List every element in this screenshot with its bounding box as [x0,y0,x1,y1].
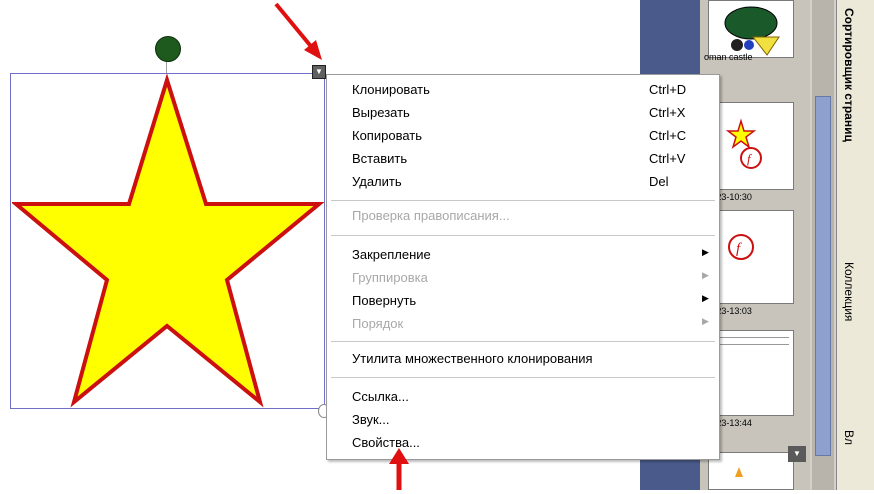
tab-attachments[interactable]: Вл [842,430,856,445]
menu-item-label: Проверка правописания... [352,208,510,223]
menu-item-order: Порядок ▶ [327,313,719,335]
menu-separator [331,377,715,378]
scrollbar-thumb[interactable] [815,96,831,456]
menu-item-paste[interactable]: Вставить Ctrl+V [327,148,719,170]
menu-item-label: Вырезать [352,105,410,120]
menu-item-shortcut: Ctrl+X [649,105,686,120]
menu-item-label: Удалить [352,174,402,189]
page-thumbnail[interactable] [708,0,794,58]
page-thumbnail[interactable]: f [708,210,794,304]
menu-item-shortcut: Ctrl+D [649,82,687,97]
page-preview-icon: f [725,118,762,169]
menu-item-label: Копировать [352,128,422,143]
tab-page-sorter[interactable]: Сортировщик страниц [842,8,856,142]
menu-item-label: Ссылка... [352,389,409,404]
menu-separator [331,341,715,342]
menu-item-shortcut: Del [649,174,669,189]
page-preview-icon [735,467,743,477]
menu-item-label: Порядок [352,316,404,331]
page-preview-icon: f [728,234,754,260]
context-menu: Клонировать Ctrl+D Вырезать Ctrl+X Копир… [326,74,720,460]
menu-item-label: Закрепление [352,247,431,262]
thumbnail-label: oman castle [704,52,753,62]
page-thumbnail[interactable] [708,452,794,490]
menu-item-rotate[interactable]: Повернуть ▶ [327,290,719,312]
arrow-top-icon [274,2,322,60]
rotate-handle-icon[interactable] [155,36,181,62]
menu-item-label: Клонировать [352,82,430,97]
menu-item-grouping: Группировка ▶ [327,267,719,289]
menu-item-shortcut: Ctrl+V [649,151,686,166]
menu-item-clone[interactable]: Клонировать Ctrl+D [327,79,719,101]
page-thumbnail[interactable]: f [708,102,794,190]
castle-icon [724,6,780,56]
menu-item-link[interactable]: Ссылка... [327,386,719,408]
menu-item-label: Вставить [352,151,408,166]
menu-item-label: Повернуть [352,293,417,308]
submenu-arrow-icon: ▶ [702,316,709,326]
menu-item-label: Звук... [352,412,390,427]
menu-separator [331,200,715,201]
arrow-bottom-icon [389,448,409,490]
menu-separator [331,235,715,236]
scroll-down-icon[interactable]: ▼ [788,446,806,462]
star-shape[interactable] [12,74,324,408]
menu-item-lock[interactable]: Закрепление ▶ [327,244,719,266]
menu-item-sound[interactable]: Звук... [327,409,719,431]
menu-item-cut[interactable]: Вырезать Ctrl+X [327,102,719,124]
menu-item-delete[interactable]: Удалить Del [327,171,719,193]
menu-dropdown-icon[interactable]: ▼ [312,65,326,79]
rotate-line [166,60,167,74]
menu-item-shortcut: Ctrl+C [649,128,687,143]
tab-gallery[interactable]: Коллекция [842,262,856,321]
menu-item-spellcheck: Проверка правописания... [327,205,719,227]
menu-item-label: Группировка [352,270,428,285]
submenu-arrow-icon: ▶ [702,293,709,303]
page-thumbnail[interactable] [708,330,794,416]
menu-item-multi-clone[interactable]: Утилита множественного клонирования [327,348,719,370]
menu-item-copy[interactable]: Копировать Ctrl+C [327,125,719,147]
submenu-arrow-icon: ▶ [702,270,709,280]
menu-item-label: Утилита множественного клонирования [352,351,593,366]
star-polygon[interactable] [12,74,324,408]
submenu-arrow-icon: ▶ [702,247,709,257]
